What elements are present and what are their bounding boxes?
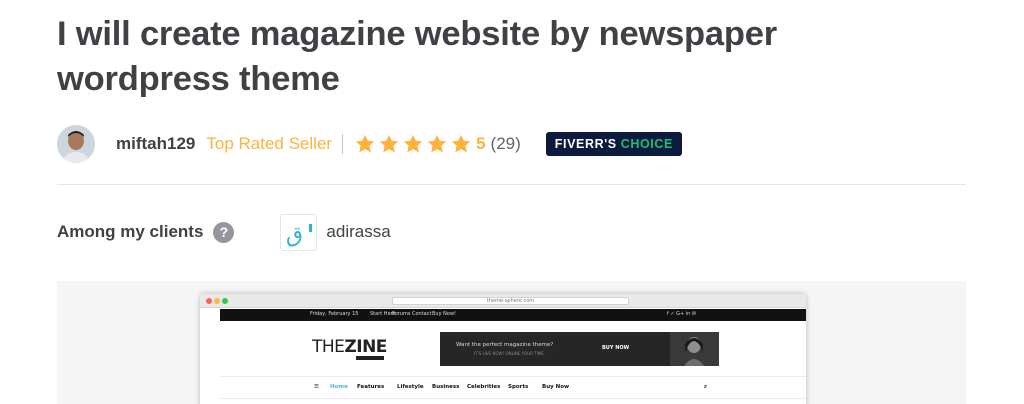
star-icon [379, 134, 399, 153]
preview-logo-emph: ZINE [344, 337, 387, 357]
preview-divider [220, 376, 806, 377]
star-icon [427, 134, 447, 153]
seller-username[interactable]: miftah129 [116, 134, 195, 154]
clients-label: Among my clients [57, 222, 204, 241]
preview-ad-banner: Want the perfect magazine theme? IT'S LI… [440, 332, 719, 366]
rating-score: 5 [476, 134, 486, 153]
fiverrs-choice-badge[interactable]: FIVERR'S CHOICE [545, 132, 682, 156]
gig-gallery[interactable]: theme-sphere.com Friday, February 15 Sta… [57, 281, 966, 404]
preview-menu-item: Sports [508, 384, 529, 390]
seller-overview: miftah129 Top Rated Seller 5 (29) FIVERR… [57, 124, 957, 164]
client-logo-glyph: ق [286, 223, 303, 248]
ad-subline: IT'S LIVE NOW! ONLINE YOUR TIME. [474, 351, 546, 356]
preview-menu-item: Celebrities [467, 384, 501, 390]
badge-label-part1: FIVERR'S [554, 137, 617, 151]
avatar-image [57, 125, 95, 163]
preview-menu-item: Business [432, 384, 460, 390]
star-icon [355, 134, 375, 153]
preview-top-link: Contact [412, 311, 432, 317]
preview-search-icon: ⌕ [704, 384, 708, 390]
preview-top-link: Forums [392, 311, 411, 317]
client-name: adirassa [326, 222, 391, 241]
seller-level: Top Rated Seller [206, 134, 333, 153]
preview-logo-underbar [356, 356, 384, 360]
clients-section: Among my clients ? ق adirassa [57, 212, 391, 252]
preview-menu-item: Lifestyle [397, 384, 424, 390]
star-icon [451, 134, 471, 153]
gallery-preview-image: theme-sphere.com Friday, February 15 Sta… [200, 294, 806, 404]
preview-top-link: Buy Now! [432, 311, 457, 317]
divider [342, 134, 344, 154]
preview-logo-prefix: THE [312, 337, 345, 357]
gig-title: I will create magazine website by newspa… [57, 15, 778, 98]
star-rating [354, 133, 472, 155]
ad-model-image [670, 332, 719, 366]
preview-menu-hamburger-icon: ☰ [314, 384, 319, 390]
ad-headline: Want the perfect magazine theme? [456, 342, 554, 348]
minimize-dot-icon [214, 298, 220, 304]
section-divider [57, 184, 966, 185]
preview-topbar: Friday, February 15 Start Here Forums Co… [220, 309, 806, 321]
badge-label-part2: CHOICE [620, 137, 673, 151]
preview-logo: THEZINE [312, 337, 387, 360]
preview-date: Friday, February 15 [310, 311, 359, 317]
preview-menu-item: Home [330, 384, 348, 390]
star-icon [403, 134, 423, 153]
preview-menu-item: Buy Now [542, 384, 570, 390]
preview-divider [220, 398, 806, 399]
seller-avatar[interactable] [57, 125, 95, 163]
preview-menu: ☰ Home Features Lifestyle Business Celeb… [220, 382, 806, 394]
maximize-dot-icon [222, 298, 228, 304]
help-icon[interactable]: ? [213, 221, 235, 243]
client-logo-adirassa[interactable]: ق [280, 213, 318, 251]
close-dot-icon [206, 298, 212, 304]
preview-social-icons: f ✓ G+ in ✉ [667, 311, 697, 317]
preview-menu-item: Features [357, 384, 385, 390]
browser-chrome: theme-sphere.com [200, 294, 806, 308]
reviews-count-link[interactable]: (29) [491, 134, 521, 154]
preview-url: theme-sphere.com [392, 297, 629, 305]
ad-photo [670, 332, 719, 366]
ad-buy-button: BUY NOW [602, 345, 630, 351]
client-logo-icon: ق [281, 214, 317, 250]
